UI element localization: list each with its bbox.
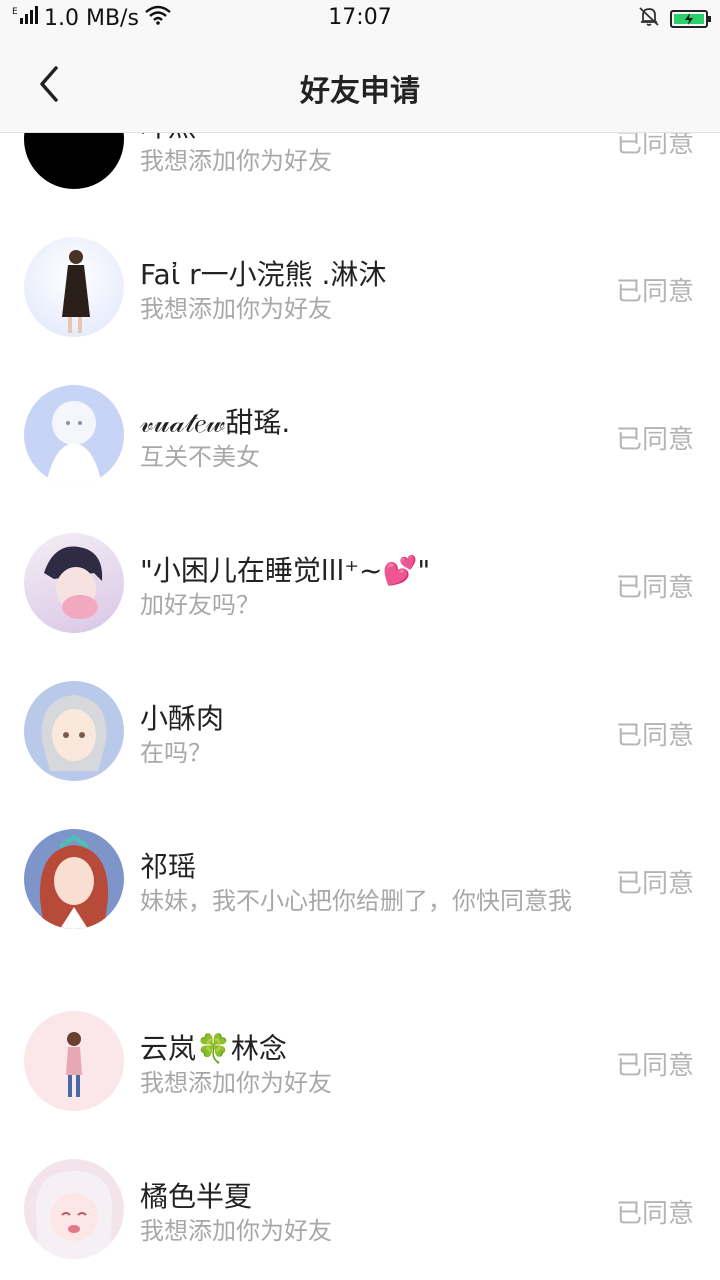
list-item[interactable]: "小困儿在睡觉lll⁺~💕" 加好友吗？ 已同意 <box>0 509 720 657</box>
request-status: 已同意 <box>615 721 694 751</box>
friend-request-list[interactable]: 叶煕 我想添加你为好友 已同意 Faἰ r一小浣熊 .淋沐 我想添加你为好友 已… <box>0 133 720 1280</box>
request-status: 已同意 <box>615 573 694 603</box>
request-status: 已同意 <box>615 1051 694 1081</box>
request-name: 云岚🍀林念 <box>140 1032 287 1065</box>
status-right <box>638 5 711 33</box>
avatar <box>24 533 124 633</box>
avatar <box>24 681 124 781</box>
request-message: 互关不美女 <box>140 443 260 471</box>
avatar <box>24 133 124 189</box>
page-title: 好友申请 <box>300 74 420 109</box>
avatar <box>24 385 124 485</box>
request-message: 我想添加你为好友 <box>140 1217 332 1245</box>
list-item[interactable]: Faἰ r一小浣熊 .淋沐 我想添加你为好友 已同意 <box>0 213 720 361</box>
request-status: 已同意 <box>615 425 694 455</box>
list-item[interactable]: 叶煕 我想添加你为好友 已同意 <box>0 133 720 213</box>
bell-muted-icon <box>638 5 660 33</box>
request-message: 我想添加你为好友 <box>140 147 332 175</box>
avatar <box>24 1011 124 1111</box>
header: 好友申请 <box>0 36 720 133</box>
list-item[interactable]: 橘色半夏 我想添加你为好友 已同意 <box>0 1135 720 1280</box>
request-status: 已同意 <box>615 133 694 159</box>
request-message: 我想添加你为好友 <box>140 1069 332 1097</box>
request-message: 妹妹，我不小心把你给删了，你快同意我 <box>140 887 572 915</box>
request-message: 我想添加你为好友 <box>140 295 332 323</box>
list-item[interactable]: 小酥肉 在吗？ 已同意 <box>0 657 720 805</box>
request-message: 加好友吗？ <box>140 591 260 619</box>
request-name: Faἰ r一小浣熊 .淋沐 <box>140 258 387 291</box>
request-message: 在吗？ <box>140 739 212 767</box>
request-name: 祁瑶 <box>140 850 197 883</box>
clock: 17:07 <box>328 5 392 30</box>
request-status: 已同意 <box>615 869 694 899</box>
request-name: 𝓋𝓊𝒶𝓉𝑒𝓌甜瑤. <box>140 406 291 439</box>
list-item[interactable]: 云岚🍀林念 我想添加你为好友 已同意 <box>0 987 720 1135</box>
list-item[interactable]: 𝓋𝓊𝒶𝓉𝑒𝓌甜瑤. 互关不美女 已同意 <box>0 361 720 509</box>
request-status: 已同意 <box>615 1199 694 1229</box>
battery-icon <box>670 10 711 28</box>
request-name: "小困儿在睡觉lll⁺~💕" <box>140 554 431 587</box>
request-name: 橘色半夏 <box>140 1180 253 1213</box>
avatar <box>24 237 124 337</box>
list-item[interactable]: 祁瑶 妹妹，我不小心把你给删了，你快同意我 已同意 <box>0 805 720 987</box>
request-status: 已同意 <box>615 277 694 307</box>
avatar <box>24 1159 124 1259</box>
request-name: 小酥肉 <box>140 702 225 735</box>
avatar <box>24 829 124 929</box>
status-bar: E 1.0 MB/s 17:07 <box>0 0 720 36</box>
